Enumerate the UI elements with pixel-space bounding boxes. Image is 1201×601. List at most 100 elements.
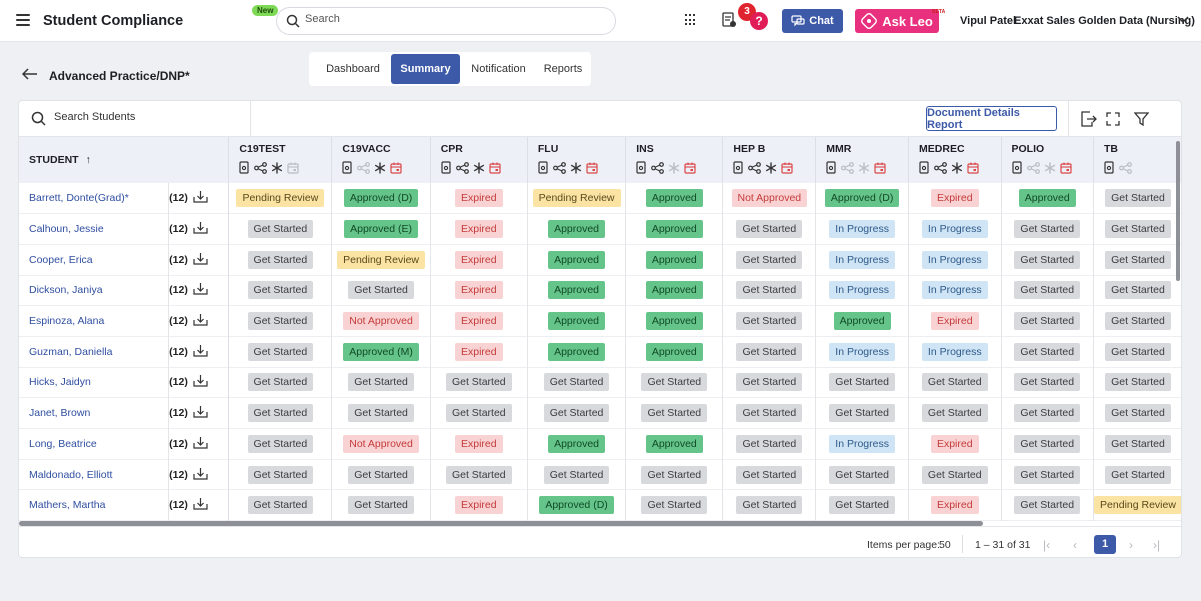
asterisk-icon[interactable] [765, 162, 777, 177]
status-badge[interactable]: Expired [455, 312, 503, 331]
calendar-icon[interactable] [781, 162, 793, 177]
status-badge[interactable]: In Progress [921, 342, 988, 361]
status-badge[interactable]: Expired [455, 342, 503, 361]
status-badge[interactable]: Expired [930, 189, 979, 208]
status-badge[interactable]: Approved (D) [539, 496, 614, 515]
status-badge[interactable]: Get Started [445, 404, 512, 423]
chat-button[interactable]: Chat [782, 9, 843, 33]
column-header-c19test[interactable]: C19TEST [228, 137, 333, 183]
chevron-down-icon[interactable] [1177, 16, 1189, 24]
document-check-icon[interactable] [722, 12, 736, 28]
column-header-polio[interactable]: POLIO [1001, 137, 1095, 183]
status-badge[interactable]: Expired [455, 189, 503, 208]
share-icon[interactable] [455, 161, 469, 177]
share-icon[interactable] [1026, 161, 1040, 177]
status-badge[interactable]: Get Started [1014, 342, 1081, 361]
status-badge[interactable]: Get Started [921, 373, 988, 392]
download-icon[interactable] [193, 221, 208, 237]
status-badge[interactable]: Get Started [1105, 312, 1171, 331]
user-name[interactable]: Vipul Patel [960, 15, 1016, 27]
status-badge[interactable]: Expired [455, 250, 503, 269]
status-badge[interactable]: Get Started [1105, 220, 1171, 239]
calendar-icon[interactable] [390, 162, 402, 177]
tab-notification[interactable]: Notification [460, 54, 537, 84]
status-badge[interactable]: Pending Review [337, 250, 425, 269]
share-icon[interactable] [748, 161, 762, 177]
asterisk-icon[interactable] [858, 162, 870, 177]
asterisk-icon[interactable] [473, 162, 485, 177]
organization-name[interactable]: Exxat Sales Golden Data (Nursing) [1014, 15, 1195, 27]
status-badge[interactable]: Get Started [543, 404, 610, 423]
status-badge[interactable]: Approved [548, 434, 606, 453]
status-badge[interactable]: Get Started [829, 373, 895, 392]
sort-arrow-up-icon[interactable]: ↑ [86, 154, 91, 166]
status-badge[interactable]: Get Started [736, 342, 803, 361]
document-icon[interactable] [826, 161, 837, 177]
calendar-icon[interactable] [287, 162, 299, 177]
status-badge[interactable]: Get Started [247, 373, 314, 392]
column-header-c19vacc[interactable]: C19VACC [331, 137, 431, 183]
status-badge[interactable]: Get Started [829, 404, 895, 423]
calendar-icon[interactable] [586, 162, 598, 177]
status-badge[interactable]: Approved (D) [343, 189, 419, 208]
status-badge[interactable]: Approved [645, 220, 703, 239]
document-icon[interactable] [239, 161, 250, 177]
status-badge[interactable]: Get Started [1014, 250, 1081, 269]
global-search[interactable] [276, 7, 616, 35]
asterisk-icon[interactable] [570, 162, 582, 177]
asterisk-icon[interactable] [951, 162, 963, 177]
status-badge[interactable]: Get Started [1014, 312, 1081, 331]
download-icon[interactable] [193, 190, 208, 206]
download-icon[interactable] [193, 374, 208, 390]
global-search-input[interactable] [305, 13, 585, 25]
status-badge[interactable]: In Progress [829, 220, 895, 239]
status-badge[interactable]: Get Started [247, 496, 314, 515]
share-icon[interactable] [934, 161, 947, 177]
calendar-icon[interactable] [684, 162, 696, 177]
column-header-mmr[interactable]: MMR [815, 137, 910, 183]
status-badge[interactable]: Get Started [1014, 373, 1081, 392]
status-badge[interactable]: Pending Review [532, 189, 621, 208]
current-page-button[interactable]: 1 [1094, 535, 1116, 554]
status-badge[interactable]: Approved [645, 281, 703, 300]
download-icon[interactable] [193, 282, 208, 298]
status-badge[interactable]: Approved [645, 312, 703, 331]
next-page-icon[interactable]: › [1129, 538, 1133, 552]
status-badge[interactable]: Approved (E) [344, 220, 418, 239]
back-arrow-icon[interactable] [22, 68, 38, 80]
status-badge[interactable]: Get Started [1014, 465, 1081, 484]
status-badge[interactable]: Get Started [736, 250, 803, 269]
download-icon[interactable] [193, 252, 208, 268]
student-name-link[interactable]: Espinoza, Alana [19, 305, 170, 337]
tab-reports[interactable]: Reports [537, 54, 589, 84]
document-icon[interactable] [733, 161, 744, 177]
status-badge[interactable]: Get Started [736, 496, 803, 515]
status-badge[interactable]: Get Started [736, 220, 803, 239]
asterisk-icon[interactable] [374, 162, 386, 177]
status-badge[interactable]: In Progress [921, 250, 988, 269]
tab-dashboard[interactable]: Dashboard [315, 54, 391, 84]
download-icon[interactable] [193, 467, 208, 483]
status-badge[interactable]: Get Started [736, 281, 803, 300]
asterisk-icon[interactable] [271, 162, 283, 177]
status-badge[interactable]: Get Started [1105, 342, 1171, 361]
status-badge[interactable]: Get Started [641, 373, 708, 392]
status-badge[interactable]: Approved (D) [824, 189, 900, 208]
status-badge[interactable]: Expired [930, 312, 979, 331]
status-badge[interactable]: Get Started [641, 465, 708, 484]
status-badge[interactable]: Pending Review [1094, 496, 1181, 515]
status-badge[interactable]: Approved [1018, 189, 1076, 208]
student-name-link[interactable]: Dickson, Janiya [19, 275, 170, 306]
status-badge[interactable]: Get Started [348, 465, 414, 484]
document-icon[interactable] [636, 161, 647, 177]
document-icon[interactable] [1011, 161, 1023, 177]
status-badge[interactable]: Get Started [247, 250, 314, 269]
student-name-link[interactable]: Hicks, Jaidyn [19, 367, 170, 398]
status-badge[interactable]: Get Started [247, 312, 314, 331]
calendar-icon[interactable] [874, 162, 886, 177]
status-badge[interactable]: Get Started [543, 373, 610, 392]
status-badge[interactable]: Get Started [348, 281, 414, 300]
status-badge[interactable]: Get Started [1014, 281, 1081, 300]
status-badge[interactable]: Get Started [247, 342, 314, 361]
student-name-link[interactable]: Guzman, Daniella [19, 336, 170, 368]
